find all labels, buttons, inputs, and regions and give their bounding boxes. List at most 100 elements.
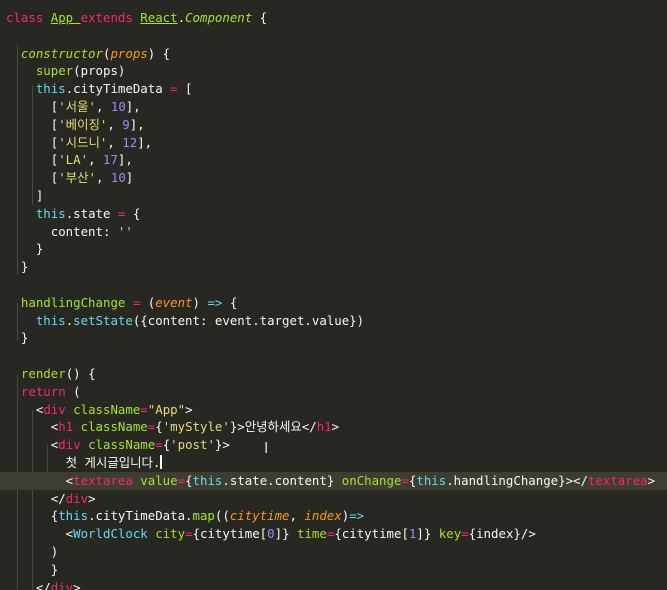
code-token: 'myStyle': [162, 419, 230, 435]
code-line[interactable]: }: [0, 561, 667, 579]
code-line[interactable]: class App extends React.Component {: [0, 9, 667, 27]
code-line[interactable]: constructor(props) {: [0, 45, 667, 63]
code-token: .: [177, 10, 186, 25]
code-token: .handlingChange}></: [446, 472, 588, 488]
code-token: 'LA': [58, 152, 89, 168]
code-token: ,: [289, 508, 305, 524]
code-line[interactable]: }: [0, 258, 667, 276]
code-token: =: [170, 81, 178, 97]
code-token: <: [6, 401, 44, 417]
code-line[interactable]: <div className="App">: [0, 401, 667, 419]
code-line[interactable]: handlingChange = (event) => {: [0, 294, 667, 312]
code-line[interactable]: ['부산', 10]: [0, 169, 667, 187]
code-token: props: [110, 45, 148, 61]
code-token: 10: [110, 170, 126, 186]
code-token: h1: [58, 419, 74, 435]
code-token: >: [73, 579, 81, 590]
code-line[interactable]: [0, 276, 667, 294]
code-token: .state: [65, 205, 118, 221]
code-line[interactable]: </div>: [0, 579, 667, 590]
code-token: citytime: [229, 508, 290, 524]
code-line[interactable]: <textarea value={this.state.content} onC…: [0, 471, 667, 490]
code-token: value: [140, 472, 178, 488]
code-token: <: [6, 437, 59, 453]
code-token: div: [43, 401, 66, 417]
code-token: ],: [117, 152, 133, 168]
code-editor[interactable]: Ⅰ class App extends React.Component { co…: [0, 0, 667, 590]
code-token: {: [222, 294, 238, 310]
code-token: ,: [107, 116, 123, 132]
code-token: '베이징': [58, 116, 108, 132]
code-token: map: [192, 508, 215, 524]
code-token: </: [6, 579, 51, 590]
code-token: time: [297, 526, 327, 542]
code-token: >: [331, 419, 340, 435]
code-token: .state.content}: [222, 472, 342, 488]
code-line[interactable]: this.cityTimeData = [: [0, 80, 667, 98]
code-token: 0: [267, 526, 275, 542]
code-token: '서울': [58, 99, 96, 114]
code-line[interactable]: ]: [0, 187, 667, 205]
code-token: ): [192, 294, 208, 310]
code-line[interactable]: render() {: [0, 365, 667, 383]
code-token: =: [140, 401, 148, 417]
code-token: </: [6, 490, 66, 506]
code-token: constructor: [20, 45, 103, 61]
code-token: className: [80, 419, 148, 435]
code-token: this: [416, 472, 447, 488]
code-token: class: [6, 10, 51, 25]
code-line[interactable]: content: '': [0, 223, 667, 241]
code-token: {citytime[: [192, 526, 268, 542]
code-token: <: [6, 419, 59, 435]
code-line[interactable]: </div>: [0, 490, 667, 508]
code-token: ,: [95, 170, 111, 186]
code-line[interactable]: ['시드니', 12],: [0, 134, 667, 152]
code-token: setState: [73, 312, 133, 328]
code-line[interactable]: this.setState({content: event.target.val…: [0, 312, 667, 330]
code-token: <: [6, 472, 74, 488]
code-line[interactable]: <WorldClock city={citytime[0]} time={cit…: [0, 525, 667, 543]
code-token: =: [185, 526, 193, 542]
code-line[interactable]: [0, 27, 667, 45]
code-token: textarea: [587, 472, 648, 488]
code-line[interactable]: ['베이징', 9],: [0, 116, 667, 134]
code-token: key: [438, 526, 462, 542]
code-token: (: [65, 383, 81, 399]
code-token: ],: [125, 99, 141, 114]
code-line[interactable]: [0, 347, 667, 365]
code-token: this: [58, 508, 89, 524]
code-line[interactable]: ): [0, 543, 667, 561]
code-line[interactable]: {this.cityTimeData.map((citytime, index)…: [0, 507, 667, 525]
code-token: event: [155, 294, 193, 310]
code-line[interactable]: this.state = {: [0, 205, 667, 223]
code-token: index: [304, 508, 342, 524]
code-token: (: [140, 294, 156, 310]
code-token: 9: [122, 116, 130, 132]
code-token: ,: [88, 152, 103, 168]
code-token: [: [6, 116, 59, 132]
code-token: ]}: [274, 526, 297, 542]
code-token: >: [185, 401, 193, 417]
code-line[interactable]: ['LA', 17],: [0, 151, 667, 169]
code-token: div: [50, 579, 74, 590]
code-token: return: [20, 383, 66, 399]
code-line[interactable]: ['서울', 10],: [0, 98, 667, 116]
code-line[interactable]: <h1 className={'myStyle'}>안녕하세요</h1>: [0, 418, 667, 436]
code-line[interactable]: <div className={'post'}>: [0, 436, 667, 454]
code-line[interactable]: }: [0, 240, 667, 258]
code-token: {: [125, 205, 141, 221]
code-token: {: [252, 10, 268, 25]
code-token: h1: [316, 419, 332, 435]
code-token: ,: [107, 134, 123, 150]
code-line[interactable]: 첫 게시글입니다.: [0, 454, 667, 472]
code-line[interactable]: super(props): [0, 62, 667, 80]
code-token: handlingChange: [20, 294, 126, 310]
code-token: 17: [102, 152, 118, 168]
code-token: }: [6, 330, 29, 346]
code-line[interactable]: return (: [0, 383, 667, 401]
code-line[interactable]: }: [0, 329, 667, 347]
code-token: Component: [185, 10, 253, 25]
code-token: =>: [207, 294, 223, 310]
code-token: super: [35, 63, 74, 79]
